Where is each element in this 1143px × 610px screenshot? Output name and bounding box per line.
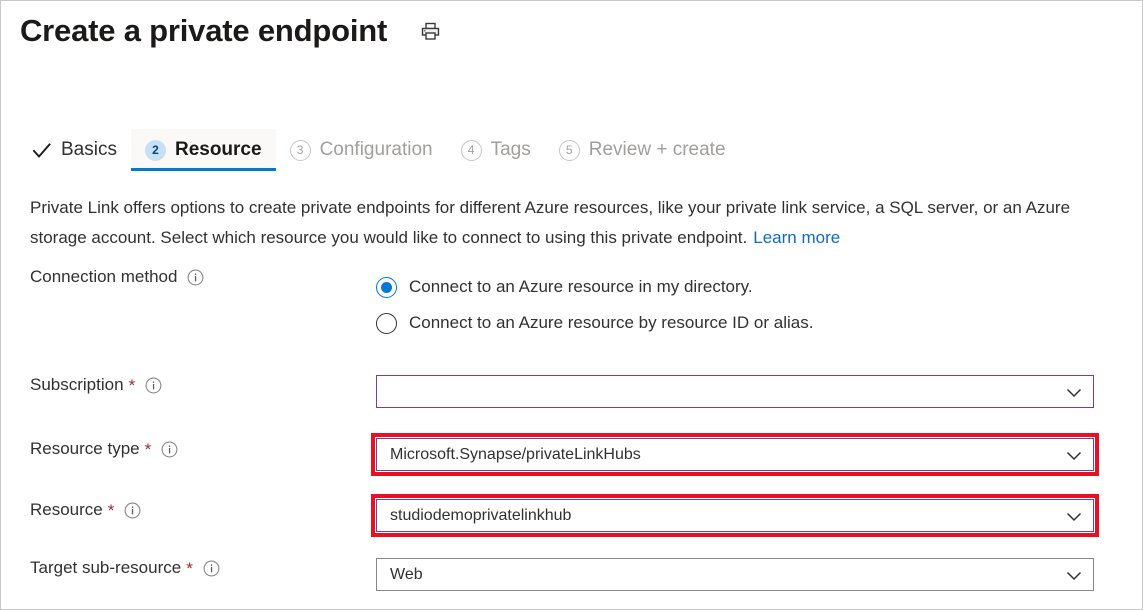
resource-row: Resource * studiodemoprivatelinkhub [1,494,1143,537]
tab-resource[interactable]: 2 Resource [131,129,276,171]
wizard-tabs: Basics 2 Resource 3 Configuration 4 Tags… [29,127,740,171]
tab-review-create-badge: 5 [559,140,580,161]
chevron-down-icon-glyph [1066,571,1082,581]
info-icon[interactable] [187,269,204,286]
connection-method-row: Connection method Connect to an Azure re… [1,267,1143,341]
page-header: Create a private endpoint [20,9,443,53]
tab-configuration-badge: 3 [290,140,311,161]
required-marker: * [129,377,136,394]
tab-configuration[interactable]: 3 Configuration [276,129,447,171]
target-sub-resource-dropdown[interactable]: Web [376,558,1094,591]
tab-basics-label: Basics [61,139,117,161]
tab-tags-label: Tags [491,139,531,161]
subscription-row: Subscription * [1,375,1143,408]
description-body: Private Link offers options to create pr… [30,198,1070,247]
page-title: Create a private endpoint [20,9,387,53]
tab-resource-label: Resource [175,139,262,161]
target-sub-resource-field: Web [376,558,1143,591]
resource-type-value: Microsoft.Synapse/privateLinkHubs [390,446,641,464]
required-marker: * [186,560,193,577]
tab-configuration-label: Configuration [320,139,433,161]
resource-form: Connection method Connect to an Azure re… [1,267,1143,591]
radio-mark-unselected [376,313,397,334]
chevron-down-icon [1066,571,1082,581]
check-icon [31,140,52,161]
radio-mark-selected [376,277,397,298]
subscription-dropdown-wrap [376,375,1094,408]
info-icon-glyph [124,502,141,519]
resource-type-label: Resource type [30,439,140,459]
chevron-down-icon [1066,512,1082,522]
resource-label: Resource [30,500,103,520]
radio-connect-directory[interactable]: Connect to an Azure resource in my direc… [376,269,1143,305]
chevron-down-icon [1066,388,1082,398]
chevron-down-icon-glyph [1066,512,1082,522]
subscription-dropdown[interactable] [376,375,1094,408]
resource-label-group: Resource * [1,494,376,520]
info-icon[interactable] [203,560,220,577]
resource-field: studiodemoprivatelinkhub [376,494,1143,537]
tab-tags[interactable]: 4 Tags [447,129,545,171]
tab-review-create-label: Review + create [589,139,726,161]
create-private-endpoint-page: Create a private endpoint Basics 2 Resou… [0,0,1143,610]
info-icon[interactable] [124,502,141,519]
tab-tags-badge: 4 [461,140,482,161]
resource-highlight-box: studiodemoprivatelinkhub [371,494,1099,537]
connection-method-label-group: Connection method [1,267,376,287]
subscription-label-group: Subscription * [1,375,376,395]
tab-basics[interactable]: Basics [29,129,131,171]
tab-review-create[interactable]: 5 Review + create [545,129,740,171]
required-marker: * [108,502,115,519]
printer-icon-glyph [420,21,441,42]
info-icon-glyph [161,441,178,458]
resource-type-dropdown[interactable]: Microsoft.Synapse/privateLinkHubs [376,438,1094,471]
connection-method-label: Connection method [30,267,177,287]
connection-method-radio-group: Connect to an Azure resource in my direc… [376,267,1143,341]
connection-method-options: Connect to an Azure resource in my direc… [376,267,1143,341]
resource-value: studiodemoprivatelinkhub [390,507,571,525]
info-icon[interactable] [161,441,178,458]
resource-type-row: Resource type * Microsoft.Synapse/privat… [1,433,1143,476]
tab-resource-badge: 2 [145,140,166,161]
subscription-label: Subscription [30,375,124,395]
description-text: Private Link offers options to create pr… [30,193,1120,253]
chevron-down-icon-glyph [1066,451,1082,461]
info-icon-glyph [145,377,162,394]
required-marker: * [145,441,152,458]
target-sub-resource-row: Target sub-resource * Web [1,558,1143,591]
chevron-down-icon-glyph [1066,388,1082,398]
check-icon-glyph [31,140,52,161]
learn-more-link[interactable]: Learn more [753,228,840,247]
subscription-field [376,375,1143,408]
radio-connect-resource-id[interactable]: Connect to an Azure resource by resource… [376,305,1143,341]
info-icon[interactable] [145,377,162,394]
printer-icon[interactable] [417,18,443,44]
info-icon-glyph [203,560,220,577]
target-sub-resource-label-group: Target sub-resource * [1,558,376,578]
target-sub-resource-value: Web [390,566,423,584]
resource-dropdown[interactable]: studiodemoprivatelinkhub [376,499,1094,532]
radio-connect-resource-id-label: Connect to an Azure resource by resource… [409,313,813,333]
info-icon-glyph [187,269,204,286]
target-sub-resource-label: Target sub-resource [30,558,181,578]
resource-type-label-group: Resource type * [1,433,376,459]
radio-connect-directory-label: Connect to an Azure resource in my direc… [409,277,753,297]
resource-type-highlight-box: Microsoft.Synapse/privateLinkHubs [371,433,1099,476]
target-sub-resource-dropdown-wrap: Web [376,558,1094,591]
chevron-down-icon [1066,451,1082,461]
resource-type-field: Microsoft.Synapse/privateLinkHubs [376,433,1143,476]
